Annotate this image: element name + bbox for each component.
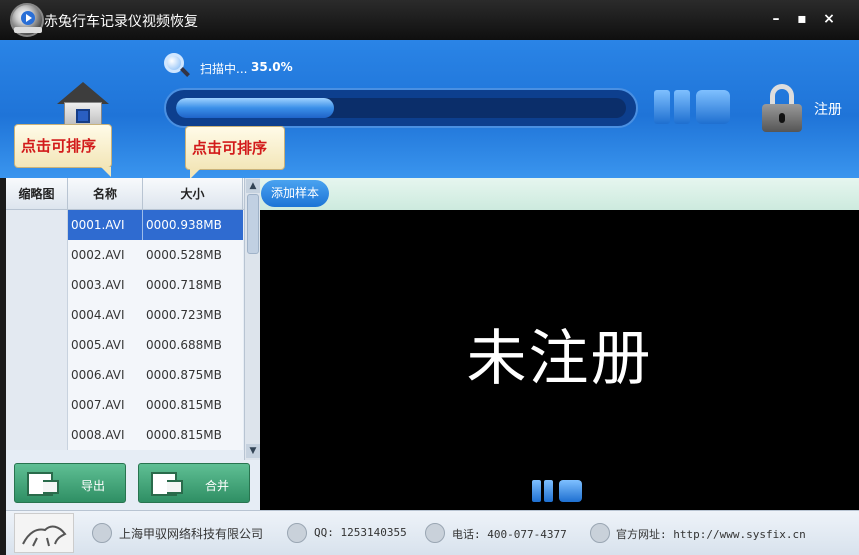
file-size: 0000.723MB: [146, 308, 222, 322]
column-header-size[interactable]: 大小: [143, 178, 243, 210]
file-name: 0001.AVI: [71, 218, 125, 232]
scan-percent: 35.0%: [251, 60, 293, 74]
export-label: 导出: [81, 479, 106, 493]
qq-number: QQ: 1253140355: [314, 526, 407, 539]
scroll-up-icon[interactable]: ▲: [246, 179, 260, 193]
table-row[interactable]: 0002.AVI 0000.528MB: [68, 240, 243, 270]
window-title: 赤兔行车记录仪视频恢复: [44, 14, 198, 30]
table-row[interactable]: 0008.AVI 0000.815MB: [68, 420, 243, 450]
merge-label: 合并: [205, 479, 230, 493]
column-header-name[interactable]: 名称: [68, 178, 143, 210]
qq-icon: [287, 523, 307, 543]
maximize-button[interactable]: ▪: [793, 10, 811, 28]
add-sample-button[interactable]: 添加样本: [261, 180, 329, 207]
table-row[interactable]: 0007.AVI 0000.815MB: [68, 390, 243, 420]
pause-icon[interactable]: [654, 90, 692, 124]
sort-tooltip-size: 点击可排序: [185, 126, 285, 179]
phone-number: 电话: 400-077-4377: [452, 528, 567, 541]
file-size: 0000.528MB: [146, 248, 222, 262]
footer: 上海甲驭网络科技有限公司 QQ: 1253140355 电话: 400-077-…: [6, 510, 859, 555]
table-row[interactable]: 0004.AVI 0000.723MB: [68, 300, 243, 330]
sort-tooltip-name: 点击可排序: [14, 124, 112, 177]
home-icon[interactable]: [57, 82, 109, 128]
company-icon: [92, 523, 112, 543]
lock-icon: [762, 84, 802, 132]
website-link[interactable]: 官方网址: http://www.sysfix.cn: [616, 526, 806, 542]
scan-status: 扫描中...: [200, 62, 248, 76]
company-logo: [14, 513, 74, 553]
file-size: 0000.815MB: [146, 398, 222, 412]
scroll-thumb[interactable]: [247, 194, 259, 254]
register-link[interactable]: 注册: [814, 99, 842, 119]
phone-icon: [425, 523, 445, 543]
close-button[interactable]: ×: [820, 10, 838, 28]
file-size: 0000.688MB: [146, 338, 222, 352]
thumbnail-column: [6, 210, 68, 450]
app-logo: [10, 3, 44, 37]
preview-toolbar: 添加样本: [260, 178, 859, 210]
file-name: 0006.AVI: [71, 368, 125, 382]
unregistered-watermark: 未注册: [466, 324, 653, 394]
video-preview: 未注册: [260, 210, 859, 510]
scroll-down-icon[interactable]: ▼: [246, 444, 260, 458]
file-size: 0000.875MB: [146, 368, 222, 382]
file-name: 0005.AVI: [71, 338, 125, 352]
export-button[interactable]: 导出: [14, 463, 126, 503]
file-name: 0008.AVI: [71, 428, 125, 442]
company-name: 上海甲驭网络科技有限公司: [119, 527, 264, 541]
preview-stop-icon[interactable]: [559, 480, 582, 502]
table-row[interactable]: 0003.AVI 0000.718MB: [68, 270, 243, 300]
file-size: 0000.938MB: [146, 218, 222, 232]
search-icon: [164, 53, 190, 79]
header-panel: 扫描中... 35.0% 注册: [0, 40, 859, 178]
column-header-thumbnail: 缩略图: [6, 178, 68, 210]
file-name: 0004.AVI: [71, 308, 125, 322]
stop-icon[interactable]: [696, 90, 730, 124]
table-row[interactable]: 0006.AVI 0000.875MB: [68, 360, 243, 390]
scan-progress-bar: [164, 88, 638, 128]
table-row[interactable]: 0005.AVI 0000.688MB: [68, 330, 243, 360]
file-name: 0007.AVI: [71, 398, 125, 412]
progress-fill: [176, 98, 334, 118]
file-list-panel: 缩略图 名称 大小 0001.AVI 0000.938MB 0002.AVI 000…: [6, 178, 260, 510]
globe-icon: [590, 523, 610, 543]
file-rows: 0001.AVI 0000.938MB 0002.AVI 0000.528MB 00…: [68, 210, 243, 450]
minimize-button[interactable]: –: [767, 10, 785, 28]
list-header: 缩略图 名称 大小: [6, 178, 260, 210]
file-size: 0000.718MB: [146, 278, 222, 292]
merge-icon: [151, 472, 183, 496]
file-name: 0002.AVI: [71, 248, 125, 262]
title-bar: 赤兔行车记录仪视频恢复 – ▪ ×: [0, 0, 859, 40]
list-scrollbar[interactable]: ▲ ▼: [244, 178, 260, 460]
export-icon: [27, 472, 59, 496]
file-name: 0003.AVI: [71, 278, 125, 292]
merge-button[interactable]: 合并: [138, 463, 250, 503]
preview-pause-icon[interactable]: [532, 480, 554, 502]
file-size: 0000.815MB: [146, 428, 222, 442]
table-row[interactable]: 0001.AVI 0000.938MB: [68, 210, 243, 240]
